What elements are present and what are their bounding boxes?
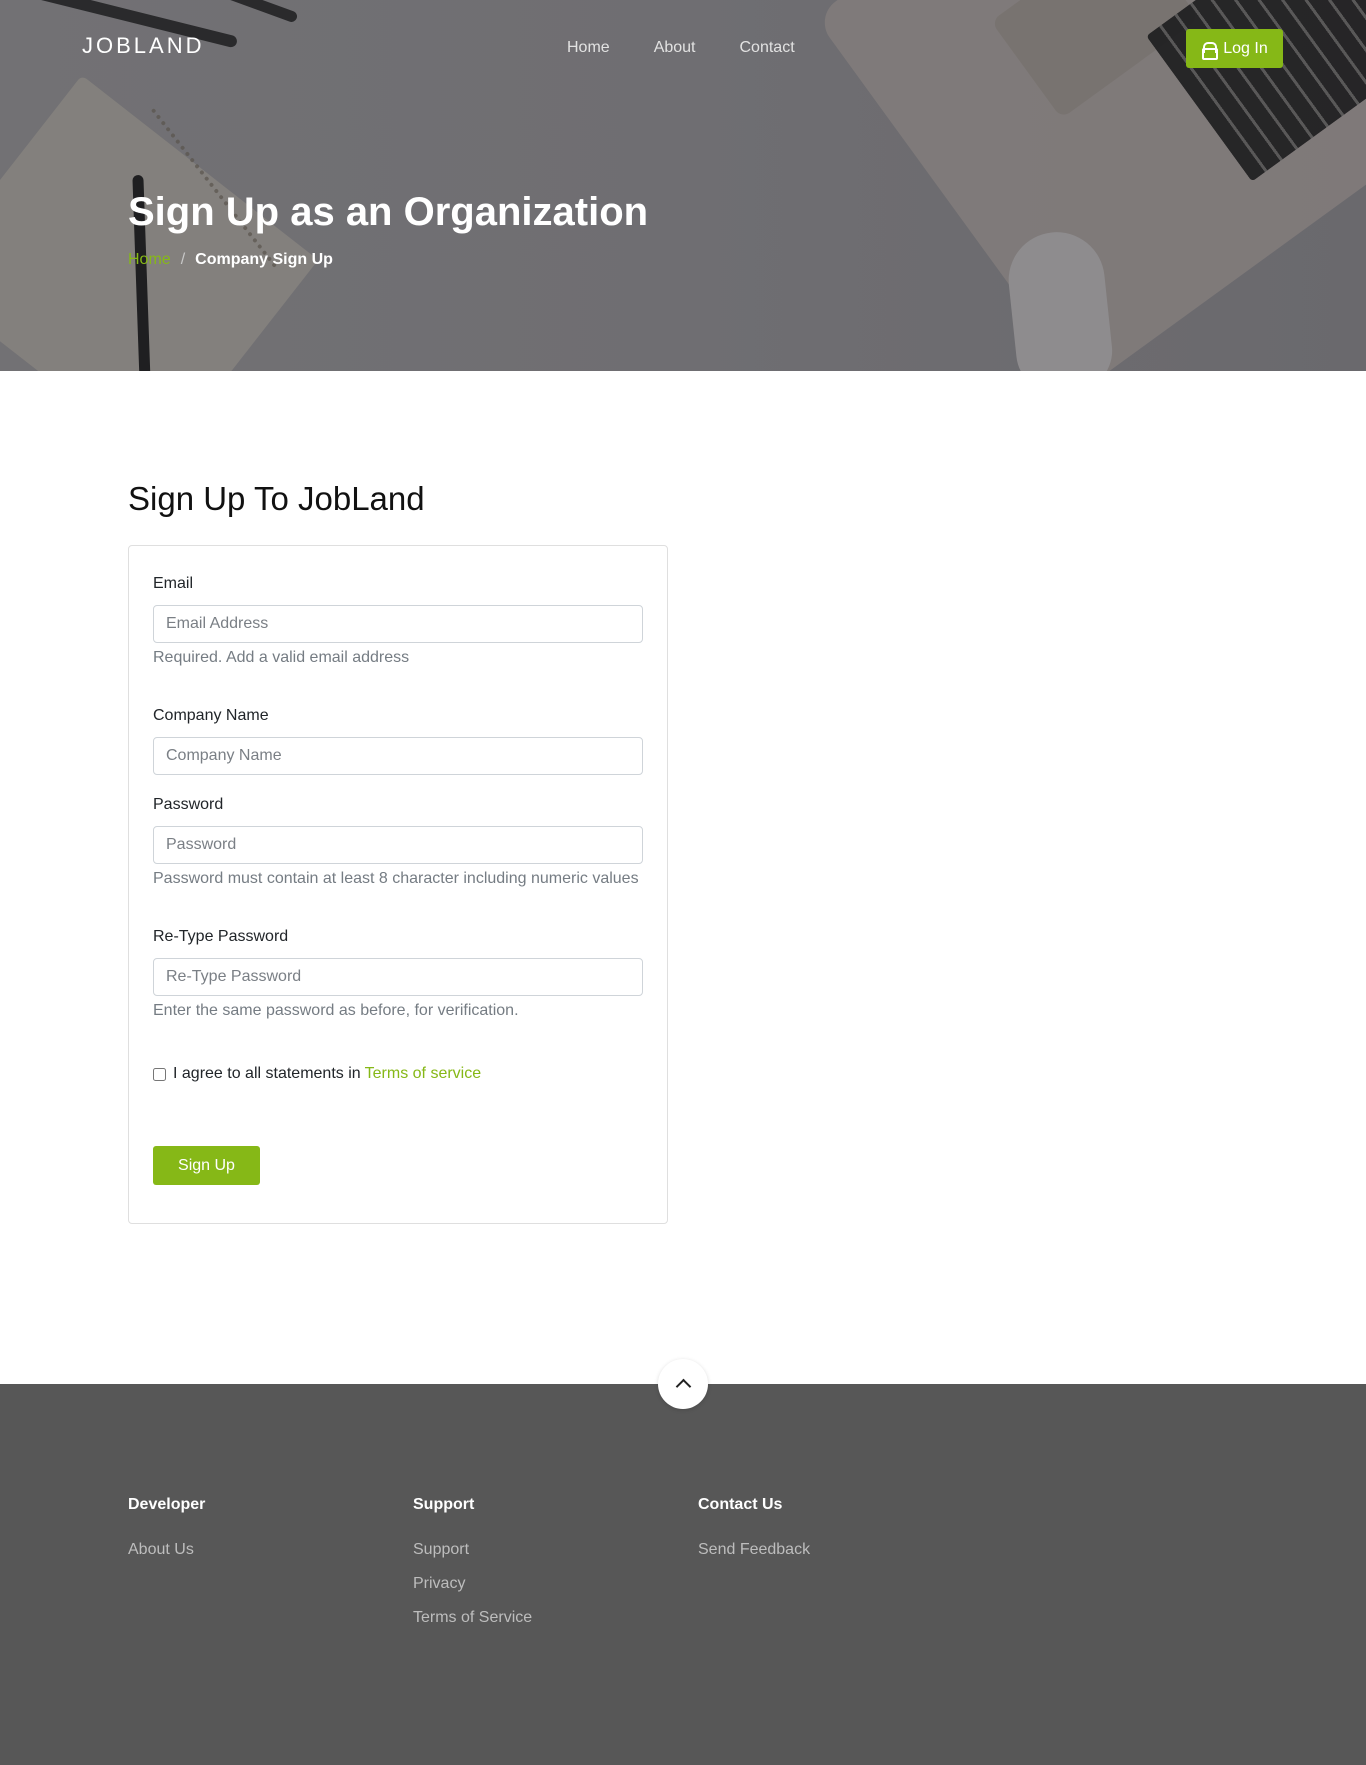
retype-password-field[interactable]: [153, 958, 643, 996]
nav-link-about[interactable]: About: [654, 39, 696, 57]
nav-link-contact[interactable]: Contact: [740, 39, 795, 57]
footer-heading: Contact Us: [698, 1496, 783, 1513]
footer-column-developer: Developer About Us: [128, 1496, 205, 1559]
back-to-top-button[interactable]: [658, 1359, 708, 1409]
retype-password-label: Re-Type Password: [153, 928, 289, 945]
password-field[interactable]: [153, 826, 643, 864]
top-navbar: JOBLAND Home About Contact Log In: [0, 0, 1366, 95]
footer-link-terms-of-service[interactable]: Terms of Service: [413, 1609, 532, 1627]
footer-link-about-us[interactable]: About Us: [128, 1541, 205, 1559]
nav-menu: Home About Contact: [567, 39, 839, 57]
email-field[interactable]: [153, 605, 643, 643]
footer: [0, 1384, 1366, 1765]
breadcrumb: Home / Company Sign Up: [128, 251, 333, 269]
terms-checkbox[interactable]: [153, 1067, 166, 1081]
password-help-text: Password must contain at least 8 charact…: [153, 870, 639, 887]
breadcrumb-home-link[interactable]: Home: [128, 251, 171, 269]
login-button-label: Log In: [1223, 39, 1268, 57]
footer-link-support[interactable]: Support: [413, 1541, 532, 1559]
sign-up-button[interactable]: Sign Up: [153, 1146, 260, 1185]
footer-heading: Support: [413, 1496, 475, 1513]
footer-link-send-feedback[interactable]: Send Feedback: [698, 1541, 810, 1559]
footer-column-contact: Contact Us Send Feedback: [698, 1496, 810, 1559]
email-label: Email: [153, 575, 194, 592]
company-name-field[interactable]: [153, 737, 643, 775]
login-button[interactable]: Log In: [1186, 29, 1283, 68]
footer-heading: Developer: [128, 1496, 206, 1513]
terms-agreement: I agree to all statements in Terms of se…: [153, 1065, 481, 1083]
page-title: Sign Up as an Organization: [128, 190, 649, 234]
breadcrumb-current: Company Sign Up: [195, 251, 333, 268]
signup-form-card: Email Required. Add a valid email addres…: [128, 545, 668, 1224]
footer-link-privacy[interactable]: Privacy: [413, 1575, 532, 1593]
retype-password-help-text: Enter the same password as before, for v…: [153, 1002, 519, 1019]
hero-banner: JOBLAND Home About Contact Log In Sign U…: [0, 0, 1366, 371]
terms-of-service-link[interactable]: Terms of service: [365, 1065, 481, 1083]
breadcrumb-separator: /: [180, 251, 186, 268]
email-help-text: Required. Add a valid email address: [153, 649, 410, 666]
footer-column-support: Support Support Privacy Terms of Service: [413, 1496, 532, 1627]
lock-icon: [1201, 41, 1219, 60]
brand-logo[interactable]: JOBLAND: [82, 33, 204, 59]
terms-agreement-text: I agree to all statements in: [173, 1065, 361, 1082]
password-label: Password: [153, 796, 224, 813]
nav-link-home[interactable]: Home: [567, 39, 610, 57]
form-heading: Sign Up To JobLand: [128, 480, 425, 517]
chevron-up-icon: [675, 1378, 691, 1395]
company-name-label: Company Name: [153, 707, 269, 724]
